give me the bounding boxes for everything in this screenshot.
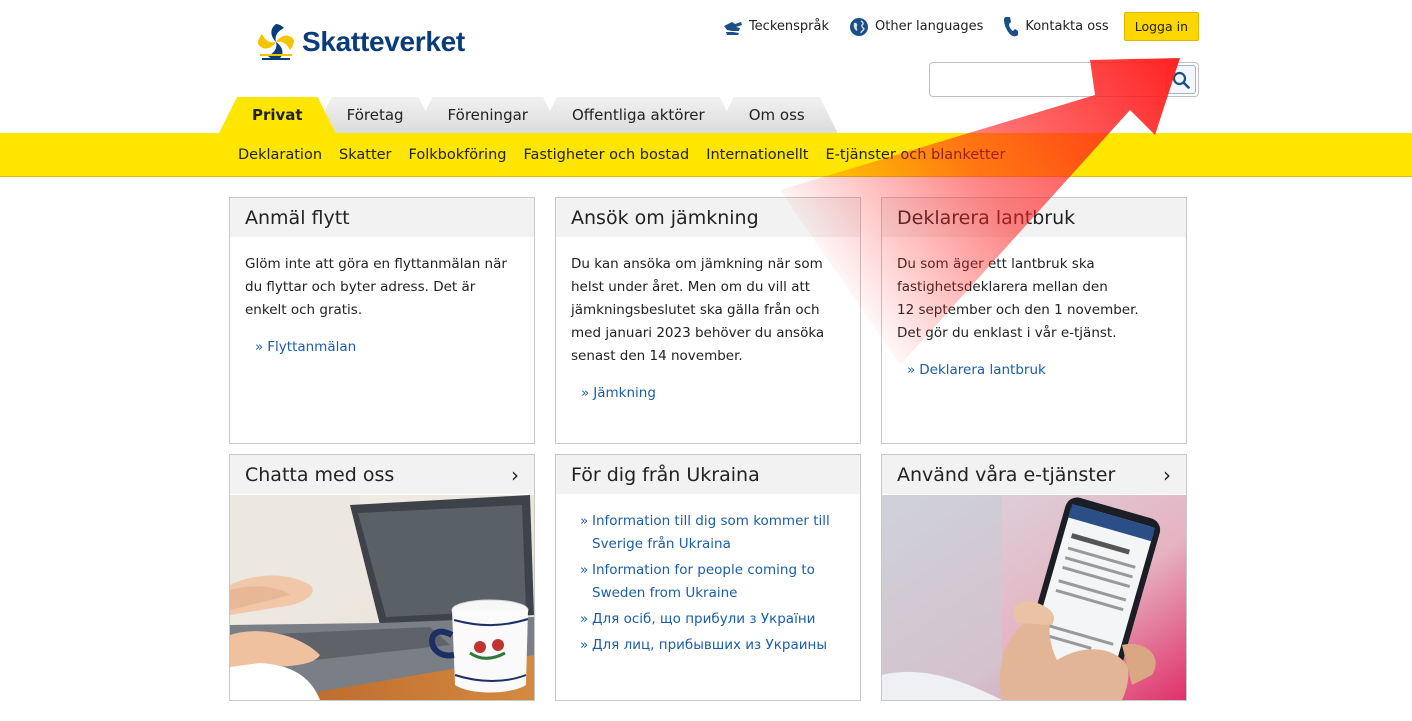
card-text: Du kan ansöka om jämkning när som helst … bbox=[571, 256, 825, 364]
subnav-deklaration[interactable]: Deklaration bbox=[238, 147, 322, 163]
other-languages-link[interactable]: Other languages bbox=[849, 17, 983, 37]
utility-nav: Teckenspråk Other languages Kontakta oss… bbox=[703, 12, 1199, 41]
phone-photo bbox=[882, 495, 1186, 700]
link-arrow-icon: » bbox=[907, 362, 916, 378]
card-anmal-flytt: Anmäl flytt Glöm inte att göra en flytta… bbox=[229, 197, 535, 444]
card-title: Anmäl flytt bbox=[230, 198, 534, 237]
tab-offentliga-aktorer[interactable]: Offentliga aktörer bbox=[539, 97, 738, 133]
search-button[interactable] bbox=[1166, 65, 1196, 94]
sign-language-link[interactable]: Teckenspråk bbox=[723, 18, 829, 36]
subnav-e-tjanster[interactable]: E-tjänster och blanketter bbox=[825, 147, 1005, 163]
card-text-line1: Du som äger ett lantbruk ska fastighetsd… bbox=[897, 256, 1108, 295]
link-label: Jämkning bbox=[593, 385, 656, 401]
ukraine-info-russian-link[interactable]: » Для лиц, прибывших из Украины bbox=[580, 634, 845, 657]
tab-foreningar[interactable]: Föreningar bbox=[415, 97, 561, 133]
link-arrow-icon: » bbox=[581, 385, 590, 401]
login-button[interactable]: Logga in bbox=[1123, 12, 1199, 41]
link-label: Information for people coming to Sweden … bbox=[592, 562, 815, 601]
logo-text: Skatteverket bbox=[302, 26, 465, 57]
subnav-fastigheter[interactable]: Fastigheter och bostad bbox=[523, 147, 689, 163]
link-arrow-icon: » bbox=[580, 513, 589, 529]
link-arrow-icon: » bbox=[580, 611, 589, 627]
other-languages-label: Other languages bbox=[875, 19, 984, 34]
link-label: Flyttanmälan bbox=[267, 339, 357, 355]
link-label: Information till dig som kommer till Sve… bbox=[592, 513, 830, 552]
contact-label: Kontakta oss bbox=[1025, 19, 1109, 34]
card-chatta-med-oss[interactable]: Chatta med oss › bbox=[229, 454, 535, 701]
card-title: Använd våra e-tjänster bbox=[897, 463, 1116, 486]
laptop-photo bbox=[230, 495, 534, 700]
globe-icon bbox=[850, 17, 868, 36]
site-logo[interactable]: Skatteverket bbox=[254, 20, 465, 64]
search-icon bbox=[1172, 71, 1190, 89]
link-label: Для осіб, що прибули з України bbox=[592, 611, 816, 627]
card-text: Glöm inte att göra en flyttanmälan när d… bbox=[245, 256, 507, 318]
flyttanmalan-link[interactable]: » Flyttanmälan bbox=[245, 336, 520, 359]
chevron-right-icon: › bbox=[511, 462, 519, 487]
sign-language-label: Teckenspråk bbox=[748, 19, 829, 34]
jamkning-link[interactable]: » Jämkning bbox=[571, 382, 848, 405]
deklarera-lantbruk-link[interactable]: » Deklarera lantbruk bbox=[897, 359, 1176, 382]
chevron-right-icon: › bbox=[1163, 462, 1171, 487]
link-arrow-icon: » bbox=[255, 339, 264, 355]
subnav-skatter[interactable]: Skatter bbox=[339, 147, 392, 163]
link-arrow-icon: » bbox=[580, 562, 589, 578]
card-text-line2: 12 september och den 1 november. bbox=[897, 302, 1139, 318]
sub-navigation: Deklaration Skatter Folkbokföring Fastig… bbox=[0, 133, 1412, 177]
ukraine-info-english-link[interactable]: » Information for people coming to Sweden… bbox=[580, 559, 845, 605]
tab-privat[interactable]: Privat bbox=[219, 97, 336, 133]
card-ansok-jamkning: Ansök om jämkning Du kan ansöka om jämkn… bbox=[555, 197, 861, 444]
sign-language-icon bbox=[723, 21, 742, 35]
contact-link[interactable]: Kontakta oss bbox=[1003, 16, 1109, 38]
card-anvand-e-tjanster[interactable]: Använd våra e-tjänster › bbox=[881, 454, 1187, 701]
skatteverket-logo-icon bbox=[258, 24, 294, 60]
card-title: Ansök om jämkning bbox=[556, 198, 860, 237]
card-deklarera-lantbruk: Deklarera lantbruk Du som äger ett lantb… bbox=[881, 197, 1187, 444]
search-box bbox=[929, 62, 1199, 97]
card-text-line3: Det gör du enklast i vår e-tjänst. bbox=[897, 325, 1117, 341]
card-title: Chatta med oss bbox=[245, 463, 395, 486]
ukraine-info-swedish-link[interactable]: » Information till dig som kommer till Sv… bbox=[580, 510, 845, 556]
phone-icon bbox=[1004, 16, 1019, 36]
card-for-dig-fran-ukraina: För dig från Ukraina » Information till d… bbox=[555, 454, 861, 701]
main-tabs: Privat Företag Föreningar Offentliga akt… bbox=[219, 97, 816, 133]
link-label: Для лиц, прибывших из Украины bbox=[592, 637, 828, 653]
link-arrow-icon: » bbox=[580, 637, 589, 653]
search-input[interactable] bbox=[930, 63, 1164, 96]
card-title: För dig från Ukraina bbox=[556, 455, 860, 494]
ukraine-info-ukrainian-link[interactable]: » Для осіб, що прибули з України bbox=[580, 608, 845, 631]
subnav-internationellt[interactable]: Internationellt bbox=[706, 147, 808, 163]
card-title: Deklarera lantbruk bbox=[882, 198, 1186, 237]
subnav-folkbokforing[interactable]: Folkbokföring bbox=[409, 147, 507, 163]
link-label: Deklarera lantbruk bbox=[919, 362, 1046, 378]
